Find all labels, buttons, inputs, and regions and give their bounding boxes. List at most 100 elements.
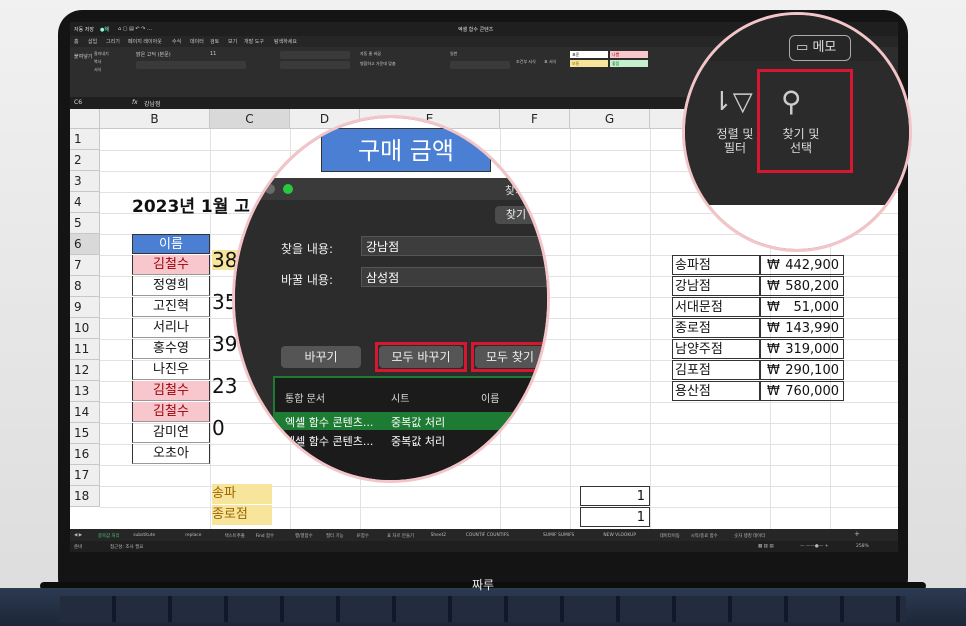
table-format-button[interactable]: 표 서식 [544, 59, 556, 65]
store-cell[interactable]: 김포점 [672, 360, 760, 380]
store-cell[interactable]: 종로점 [672, 318, 760, 338]
zoom-level[interactable]: 258% [856, 544, 869, 549]
name-cell[interactable]: 서리나 [132, 318, 210, 338]
row-header[interactable]: 12 [70, 360, 100, 381]
cut-button[interactable]: 잘라내기 [94, 51, 109, 57]
amount-cell[interactable]: ₩143,990 [760, 318, 844, 338]
sheet-tab[interactable]: 표 자르 만들기 [387, 533, 414, 539]
column-header-b[interactable]: B [100, 109, 210, 129]
number-format-select[interactable]: 일반 [450, 51, 457, 57]
row-header[interactable]: 10 [70, 318, 100, 339]
replace-button[interactable]: 바꾸기 [281, 346, 361, 368]
formula-input[interactable]: 강남점 [144, 99, 161, 108]
paste-button[interactable]: 붙여넣기 [74, 53, 92, 60]
sheet-tab[interactable]: Sheet2 [431, 533, 447, 538]
store-cell[interactable]: 송파점 [672, 255, 760, 275]
sheet-tab[interactable]: 중복값 처리 [98, 533, 120, 539]
menu-search[interactable]: 탐색하세요 [274, 38, 297, 45]
menu-view[interactable]: 보기 [228, 38, 237, 45]
sheet-tab[interactable]: 시작/종료 함수 [691, 533, 718, 539]
name-cell[interactable]: 고진혁 [132, 297, 210, 317]
tab-nav-icon[interactable]: ◀ ▶ [74, 533, 82, 538]
style-normal[interactable]: 표준 [570, 51, 608, 58]
sheet-tab[interactable]: 필터 기능 [326, 533, 344, 539]
row-header[interactable]: 11 [70, 339, 100, 360]
style-neutral[interactable]: 보통 [570, 60, 608, 67]
row-header[interactable]: 16 [70, 444, 100, 465]
name-cell[interactable]: 김철수 [132, 255, 210, 275]
amount-cell[interactable]: ₩319,000 [760, 339, 844, 359]
replace-input[interactable] [361, 267, 547, 287]
c14-cell[interactable]: 종로점 [212, 505, 272, 525]
sort-filter-icon[interactable]: ⇂▽ [711, 87, 753, 117]
sheet-tab[interactable]: replace [185, 533, 201, 538]
name-box[interactable]: C6 [74, 99, 82, 106]
store-cell[interactable]: 남양주점 [672, 339, 760, 359]
store-cell[interactable]: 용산점 [672, 381, 760, 401]
accessibility-status[interactable]: 접근성: 조사 필요 [110, 544, 143, 550]
names-header-cell[interactable]: 이름 [132, 234, 210, 254]
row-header[interactable]: 7 [70, 255, 100, 276]
row-header[interactable]: 4 [70, 192, 100, 213]
copy-button[interactable]: 복사 [94, 59, 101, 65]
sheet-tab[interactable]: COUNTIF COUNTIFS [466, 533, 509, 538]
results-list[interactable]: 통합 문서 시트 이름 셀 엑셀 함수 콘텐츠... 중복값 처리 엑셀 함수 … [273, 376, 547, 480]
zoom-slider[interactable]: — ——●— + [800, 544, 829, 549]
sheet-tab[interactable]: SUMIF SUMIFS [543, 533, 574, 538]
amount-cell[interactable]: ₩290,100 [760, 360, 844, 380]
sort-filter-label[interactable]: 정렬 및 필터 [707, 127, 763, 155]
indent-buttons[interactable] [280, 61, 350, 69]
close-icon[interactable] [247, 184, 257, 194]
wrap-text-button[interactable]: 자동 줄 바꿈 [360, 51, 381, 57]
sheet-tab[interactable]: 숫자 랭킹 테이터 [734, 533, 765, 539]
add-sheet-icon[interactable]: + [854, 530, 860, 538]
menu-home[interactable]: 홈 [74, 38, 79, 45]
minimize-icon[interactable] [265, 184, 275, 194]
font-format-buttons[interactable] [136, 61, 246, 69]
row-header[interactable]: 1 [70, 129, 100, 150]
menu-review[interactable]: 검토 [210, 38, 219, 45]
menu-draw[interactable]: 그리기 [106, 38, 120, 45]
sheet-tab[interactable]: substitute [133, 533, 155, 538]
zoom-icon[interactable] [283, 184, 293, 194]
result-row[interactable]: 엑셀 함수 콘텐츠... 중복값 처리 [275, 412, 547, 430]
amount-cell[interactable]: ₩580,200 [760, 276, 844, 296]
sheet-title-cell[interactable]: 2023년 1월 고 [132, 192, 250, 217]
format-painter-button[interactable]: 서식 [94, 67, 101, 73]
c13-cell[interactable]: 송파 [212, 484, 272, 504]
name-cell[interactable]: 김철수 [132, 381, 210, 401]
row-header[interactable]: 3 [70, 171, 100, 192]
row-header[interactable]: 2 [70, 150, 100, 171]
name-cell[interactable]: 김철수 [132, 402, 210, 422]
select-all-corner[interactable] [70, 109, 100, 129]
store-cell[interactable]: 서대문점 [672, 297, 760, 317]
store-cell[interactable]: 강남점 [672, 276, 760, 296]
row-header[interactable]: 14 [70, 402, 100, 423]
amount-cell[interactable]: ₩442,900 [760, 255, 844, 275]
sheet-tab[interactable]: 데이터이동 [660, 533, 680, 539]
row-header[interactable]: 5 [70, 213, 100, 234]
name-cell[interactable]: 나진우 [132, 360, 210, 380]
column-header-g[interactable]: G [570, 109, 650, 129]
home-icon[interactable]: ⌂ ▢ ▤ ↶ ↷ … [118, 26, 152, 32]
alignment-buttons[interactable] [280, 51, 350, 59]
sheet-tab[interactable]: NEW VLOOKUP [603, 533, 636, 538]
autosave-label[interactable]: 자동 저장 [74, 26, 94, 33]
menu-developer[interactable]: 개발 도구 [244, 38, 264, 45]
menu-data[interactable]: 데이터 [190, 38, 204, 45]
name-cell[interactable]: 감미연 [132, 423, 210, 443]
style-bad[interactable]: 나쁨 [610, 51, 648, 58]
row-header[interactable]: 17 [70, 465, 100, 486]
amount-cell[interactable]: ₩51,000 [760, 297, 844, 317]
view-buttons[interactable]: ▦ ▥ ▤ [758, 544, 774, 549]
menu-insert[interactable]: 삽입 [88, 38, 97, 45]
number-format-buttons[interactable] [450, 61, 510, 69]
g14-cell[interactable]: 1 [580, 507, 650, 527]
font-size-select[interactable]: 11 [210, 51, 216, 57]
row-header[interactable]: 15 [70, 423, 100, 444]
g13-cell[interactable]: 1 [580, 486, 650, 506]
find-input[interactable] [361, 236, 547, 256]
fx-icon[interactable]: fx [132, 99, 138, 106]
menu-formulas[interactable]: 수식 [172, 38, 181, 45]
row-header[interactable]: 13 [70, 381, 100, 402]
